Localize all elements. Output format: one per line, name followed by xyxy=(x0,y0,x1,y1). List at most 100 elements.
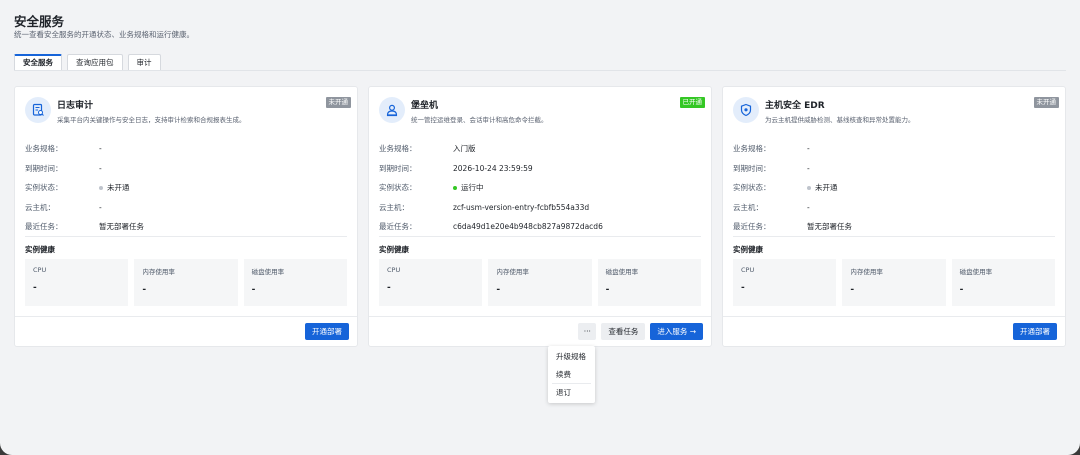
row-host: 云主机： - xyxy=(25,198,347,218)
row-spec: 业务规格： 入门版 xyxy=(379,139,701,159)
metric-label: CPU xyxy=(741,266,755,274)
expire-value: - xyxy=(807,163,810,173)
row-label: 最近任务： xyxy=(733,222,771,232)
tabs-divider xyxy=(14,70,1066,71)
row-label: 实例状态： xyxy=(733,183,771,193)
row-label: 实例状态： xyxy=(25,183,63,193)
spec-value: 入门版 xyxy=(453,144,476,154)
health-metrics: CPU - 内存使用率 - 磁盘使用率 - xyxy=(25,259,347,306)
host-value: - xyxy=(99,202,102,212)
metric-label: 磁盘使用率 xyxy=(605,268,639,276)
status-value: 未开通 xyxy=(99,182,130,193)
row-label: 业务规格： xyxy=(25,144,63,154)
tab-query-app-packages[interactable]: 查询应用包 xyxy=(67,54,123,71)
task-value: 暂无部署任务 xyxy=(99,222,144,232)
status-badge: 未开通 xyxy=(1033,97,1059,108)
card-title: 主机安全 EDR xyxy=(765,101,825,111)
task-value: 暂无部署任务 xyxy=(807,222,852,232)
metric-value: - xyxy=(741,283,745,293)
shield-icon xyxy=(733,97,759,123)
status-dot-icon xyxy=(807,185,811,190)
status-badge: 未开通 xyxy=(325,97,351,108)
host-value: - xyxy=(807,202,810,212)
metric-label: 内存使用率 xyxy=(142,268,175,276)
card-title: 日志审计 xyxy=(57,101,94,111)
card-footer: ··· 查看任务 进入服务 → xyxy=(578,323,703,340)
status-value: 运行中 xyxy=(453,182,484,193)
metric-value: - xyxy=(496,285,501,295)
deploy-button[interactable]: 开通部署 xyxy=(1013,323,1057,340)
health-metrics: CPU - 内存使用率 - 磁盘使用率 - xyxy=(379,259,701,306)
metric-label: 磁盘使用率 xyxy=(959,268,993,276)
app-window: 安全服务 统一查看安全服务的开通状态、业务规格和运行健康。 安全服务 查询应用包… xyxy=(0,0,1080,455)
row-label: 到期时间： xyxy=(25,163,63,173)
tab-bar: 安全服务 查询应用包 审计 xyxy=(14,54,161,71)
card-description: 为云主机提供威胁检测、基线核查和异常处置能力。 xyxy=(765,116,915,124)
service-card-log-audit: 日志审计 采集平台内关键操作与安全日志，支持审计检索和合规报表生成。 未开通 业… xyxy=(14,86,358,347)
metric-label: CPU xyxy=(387,266,401,274)
row-host: 云主机： - xyxy=(733,198,1055,218)
row-expire: 到期时间： - xyxy=(25,159,347,179)
task-value: c6da49d1e20e4b948cb827a9872dacd6 xyxy=(453,222,603,232)
health-metrics: CPU - 内存使用率 - 磁盘使用率 - xyxy=(733,259,1055,306)
service-card-edr: 主机安全 EDR 为云主机提供威胁检测、基线核查和异常处置能力。 未开通 业务规… xyxy=(722,86,1066,347)
row-label: 云主机： xyxy=(733,202,763,212)
menu-item-unsubscribe[interactable]: 退订 xyxy=(548,384,595,402)
metric-memory: 内存使用率 - xyxy=(842,259,946,306)
enter-service-button[interactable]: 进入服务 → xyxy=(650,323,703,340)
more-actions-button[interactable]: ··· xyxy=(578,323,597,340)
card-description: 采集平台内关键操作与安全日志，支持审计检索和合规报表生成。 xyxy=(57,116,246,124)
row-expire: 到期时间： - xyxy=(733,159,1055,179)
page-subtitle: 统一查看安全服务的开通状态、业务规格和运行健康。 xyxy=(14,30,194,39)
row-spec: 业务规格： - xyxy=(733,139,1055,159)
menu-item-upgrade[interactable]: 升级规格 xyxy=(548,348,595,366)
info-rows: 业务规格： 入门版 到期时间： 2026-10-24 23:59:59 实例状态… xyxy=(379,139,701,237)
health-title: 实例健康 xyxy=(25,245,55,254)
health-title: 实例健康 xyxy=(379,245,409,254)
row-label: 最近任务： xyxy=(379,222,417,232)
metric-value: - xyxy=(251,285,256,295)
row-status: 实例状态： 运行中 xyxy=(379,178,701,198)
status-badge: 已开通 xyxy=(679,97,705,108)
row-status: 实例状态： 未开通 xyxy=(733,178,1055,198)
row-label: 实例状态： xyxy=(379,183,417,193)
log-audit-icon xyxy=(25,97,51,123)
metric-value: - xyxy=(959,285,964,295)
row-label: 业务规格： xyxy=(733,144,771,154)
view-tasks-button[interactable]: 查看任务 xyxy=(601,323,646,340)
divider xyxy=(379,236,701,237)
tab-audit[interactable]: 审计 xyxy=(127,54,161,71)
menu-item-renew[interactable]: 续费 xyxy=(548,366,595,384)
metric-value: - xyxy=(142,285,147,295)
metric-disk: 磁盘使用率 - xyxy=(951,259,1055,306)
row-task: 最近任务： 暂无部署任务 xyxy=(25,217,347,237)
metric-memory: 内存使用率 - xyxy=(134,259,238,306)
row-label: 云主机： xyxy=(379,202,409,212)
metric-disk: 磁盘使用率 - xyxy=(243,259,347,306)
row-spec: 业务规格： - xyxy=(25,139,347,159)
row-label: 到期时间： xyxy=(379,163,417,173)
spec-value: - xyxy=(99,144,102,154)
card-description: 统一管控运维登录、会话审计和高危命令拦截。 xyxy=(411,116,548,124)
page-title: 安全服务 xyxy=(14,14,65,29)
status-dot-icon xyxy=(99,185,103,190)
metric-value: - xyxy=(850,285,855,295)
expire-value: 2026-10-24 23:59:59 xyxy=(453,163,533,173)
status-dot-icon xyxy=(453,185,457,190)
metric-cpu: CPU - xyxy=(733,259,837,306)
metric-label: 内存使用率 xyxy=(496,268,529,276)
metric-label: 磁盘使用率 xyxy=(251,268,285,276)
divider xyxy=(733,236,1055,237)
card-footer: 开通部署 xyxy=(1013,323,1057,340)
info-rows: 业务规格： - 到期时间： - 实例状态： 未开通 云主机： - 最近任务： 暂… xyxy=(25,139,347,237)
divider xyxy=(25,236,347,237)
tab-security-services[interactable]: 安全服务 xyxy=(14,54,62,71)
metric-cpu: CPU - xyxy=(379,259,483,306)
service-card-bastion: 堡垒机 统一管控运维登录、会话审计和高危命令拦截。 已开通 业务规格： 入门版 … xyxy=(368,86,712,347)
row-task: 最近任务： 暂无部署任务 xyxy=(733,217,1055,237)
deploy-button[interactable]: 开通部署 xyxy=(305,323,349,340)
row-label: 最近任务： xyxy=(25,222,63,232)
row-status: 实例状态： 未开通 xyxy=(25,178,347,198)
status-text: 未开通 xyxy=(815,183,838,193)
host-value: zcf-usm-version-entry-fcbfb554a33d xyxy=(453,202,590,212)
